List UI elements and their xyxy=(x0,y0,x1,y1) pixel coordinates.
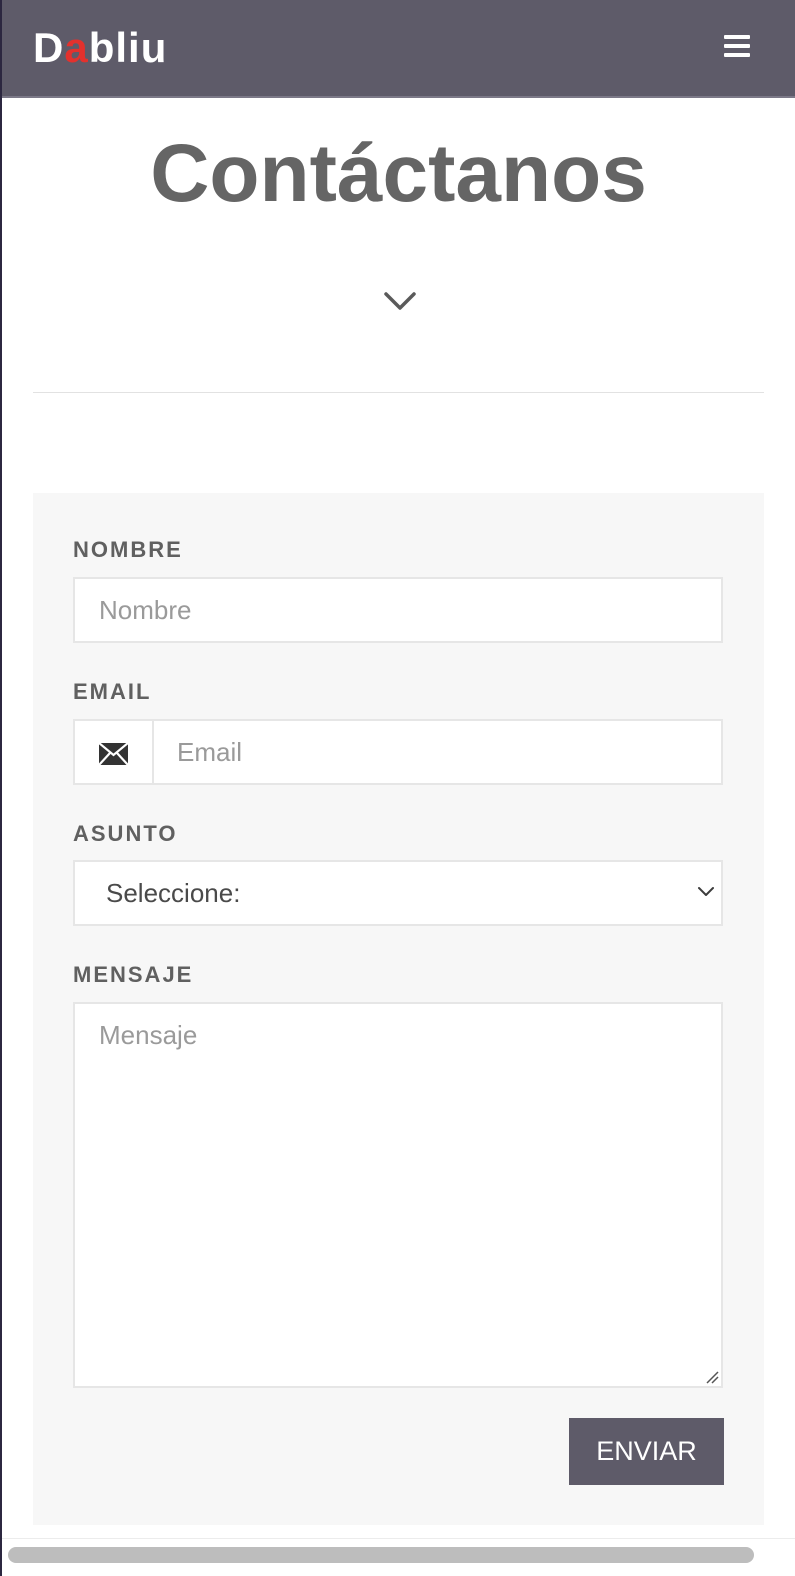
hamburger-line xyxy=(724,35,750,39)
section-divider xyxy=(33,392,764,393)
email-addon xyxy=(75,721,154,783)
top-navbar: Dabliu xyxy=(2,0,795,98)
horizontal-scrollbar[interactable] xyxy=(2,1538,795,1576)
subject-select[interactable]: Seleccione: xyxy=(75,862,721,924)
subject-label: ASUNTO xyxy=(73,821,178,846)
name-label: NOMBRE xyxy=(73,537,183,562)
hamburger-line xyxy=(724,44,750,48)
resize-grip-icon[interactable] xyxy=(705,1370,719,1384)
page-title: Contáctanos xyxy=(150,128,647,219)
brand-logo[interactable]: Dabliu xyxy=(33,24,167,72)
message-textarea[interactable] xyxy=(99,1018,699,1358)
logo-accent-letter: a xyxy=(64,24,89,71)
message-field xyxy=(73,1002,723,1388)
email-label: EMAIL xyxy=(73,679,152,704)
hamburger-menu-icon[interactable] xyxy=(724,35,750,57)
chevron-down-icon[interactable] xyxy=(383,288,417,314)
hamburger-line xyxy=(724,53,750,57)
email-input[interactable] xyxy=(177,721,697,783)
contact-form: NOMBRE EMAIL ASUNTO Seleccione: xyxy=(33,493,764,1525)
email-field xyxy=(73,719,723,785)
name-input[interactable] xyxy=(99,579,699,641)
logo-text-rest: bliu xyxy=(88,24,168,71)
name-field xyxy=(73,577,723,643)
logo-letter-d: D xyxy=(33,24,65,71)
message-label: MENSAJE xyxy=(73,962,194,987)
subject-field: Seleccione: xyxy=(73,860,723,926)
envelope-icon xyxy=(99,743,128,765)
scrollbar-thumb[interactable] xyxy=(8,1547,754,1563)
submit-button[interactable]: ENVIAR xyxy=(569,1418,724,1485)
page: Dabliu Contáctanos NOMBRE EMAIL xyxy=(0,0,795,1576)
